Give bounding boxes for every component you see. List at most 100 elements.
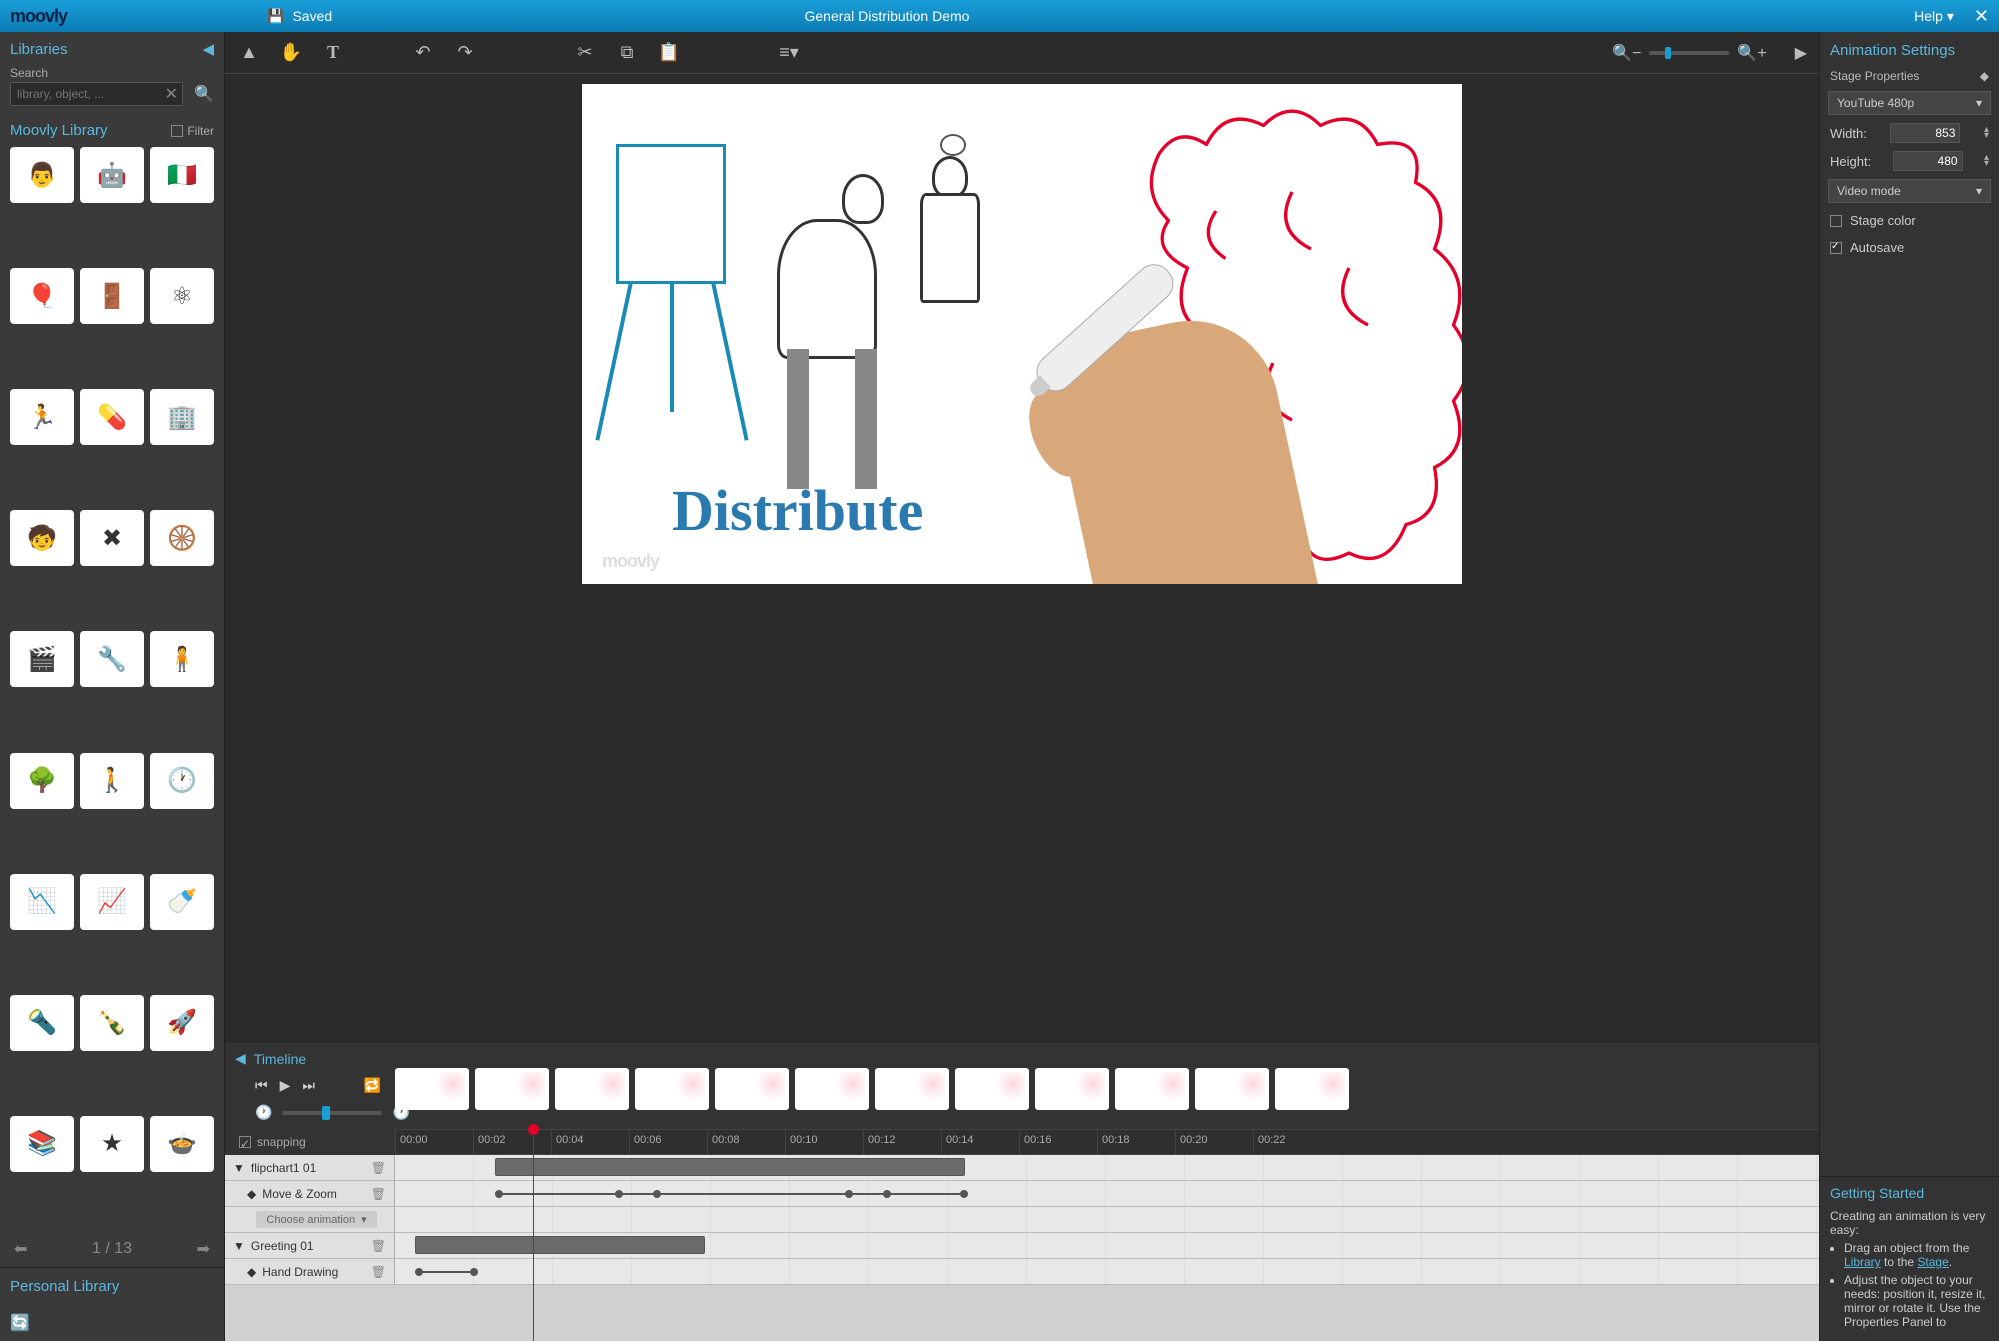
undo-icon[interactable]: ↶	[411, 42, 435, 63]
frame-thumbnail[interactable]	[555, 1068, 629, 1110]
library-item[interactable]: 📈	[80, 874, 144, 930]
zoom-out-icon[interactable]: 🔍−	[1612, 43, 1641, 63]
save-icon[interactable]: 💾	[267, 8, 284, 25]
timeline-zoom-slider[interactable]	[282, 1111, 382, 1115]
stage-object-greeting[interactable]	[782, 124, 1032, 484]
track-hand-drawing[interactable]: ◆ Hand Drawing 🗑	[225, 1259, 395, 1284]
library-item[interactable]: 🧍	[150, 631, 214, 687]
frame-thumbnail[interactable]	[715, 1068, 789, 1110]
library-item[interactable]: 💊	[80, 389, 144, 445]
trash-icon[interactable]: 🗑	[371, 1161, 386, 1175]
video-mode-select[interactable]: Video mode▾	[1828, 179, 1991, 203]
trash-icon[interactable]: 🗑	[371, 1239, 386, 1253]
library-item[interactable]: 🛞	[150, 510, 214, 566]
height-stepper[interactable]: ▴▾	[1984, 155, 1989, 167]
library-item[interactable]: ★	[80, 1116, 144, 1172]
frame-thumbnail[interactable]	[955, 1068, 1029, 1110]
trash-icon[interactable]: 🗑	[371, 1187, 386, 1201]
search-input[interactable]	[10, 82, 183, 106]
collapse-icon[interactable]: ◀	[202, 40, 214, 58]
width-input[interactable]	[1890, 123, 1960, 143]
text-tool-icon[interactable]: T	[321, 42, 345, 63]
library-item[interactable]: 👨	[10, 147, 74, 203]
filter-checkbox[interactable]	[171, 125, 183, 137]
paste-icon[interactable]: 📋	[657, 42, 681, 63]
library-item[interactable]: 🏢	[150, 389, 214, 445]
keyframe-icon[interactable]: ◆	[247, 1187, 256, 1201]
stage-object-flipchart[interactable]	[602, 144, 742, 424]
track-move-zoom[interactable]: ◆ Move & Zoom 🗑	[225, 1181, 395, 1206]
stage-text-distribute[interactable]: Distribute	[672, 477, 923, 544]
frame-thumbnail[interactable]	[1035, 1068, 1109, 1110]
library-item[interactable]: 🔦	[10, 995, 74, 1051]
library-item[interactable]: 🍲	[150, 1116, 214, 1172]
sync-icon[interactable]: 🔄	[10, 1315, 30, 1332]
library-item[interactable]: 🧒	[10, 510, 74, 566]
expand-icon[interactable]: ▶	[1795, 43, 1807, 63]
frame-thumbnail[interactable]	[635, 1068, 709, 1110]
frame-thumbnails[interactable]	[395, 1042, 1349, 1129]
disclosure-icon[interactable]: ▼	[233, 1239, 245, 1253]
personal-library-header[interactable]: Personal Library	[0, 1267, 224, 1305]
collapse-icon[interactable]: ◆	[1980, 69, 1989, 83]
cursor-tool-icon[interactable]: ▲	[237, 42, 261, 63]
play-icon[interactable]: ▶	[280, 1077, 291, 1094]
frame-thumbnail[interactable]	[1115, 1068, 1189, 1110]
library-item[interactable]: 🔧	[80, 631, 144, 687]
timeline-ruler[interactable]: 00:0000:0200:0400:0600:0800:1000:1200:14…	[395, 1129, 1819, 1155]
close-icon[interactable]: ✕	[1974, 6, 1989, 27]
redo-icon[interactable]: ↷	[453, 42, 477, 63]
playhead[interactable]	[533, 1130, 534, 1154]
resolution-preset-select[interactable]: YouTube 480p▾	[1828, 91, 1991, 115]
library-item[interactable]: 🕐	[150, 753, 214, 809]
library-item[interactable]: ✖	[80, 510, 144, 566]
track-greeting[interactable]: ▼ Greeting 01 🗑	[225, 1233, 395, 1258]
disclosure-icon[interactable]: ▼	[233, 1161, 245, 1175]
forward-icon[interactable]: ⏭	[302, 1077, 315, 1094]
hand-tool-icon[interactable]: ✋	[279, 42, 303, 63]
stage-canvas[interactable]: Distribute moovly	[582, 84, 1462, 584]
library-item[interactable]: ⚛	[150, 268, 214, 324]
track-flipchart[interactable]: ▼ flipchart1 01 🗑	[225, 1155, 395, 1180]
frame-thumbnail[interactable]	[475, 1068, 549, 1110]
frame-thumbnail[interactable]	[1195, 1068, 1269, 1110]
frame-thumbnail[interactable]	[395, 1068, 469, 1110]
stage-color-checkbox[interactable]	[1830, 215, 1842, 227]
collapse-timeline-icon[interactable]: ◀	[235, 1050, 246, 1067]
library-item[interactable]: 🍼	[150, 874, 214, 930]
width-stepper[interactable]: ▴▾	[1984, 127, 1989, 139]
help-button[interactable]: Help▾	[1914, 8, 1954, 25]
align-icon[interactable]: ≡▾	[777, 42, 801, 63]
rewind-icon[interactable]: ⏮	[255, 1077, 268, 1094]
zoom-in-icon[interactable]: 🔍+	[1737, 43, 1766, 63]
copy-icon[interactable]: ⧉	[615, 42, 639, 63]
frame-thumbnail[interactable]	[875, 1068, 949, 1110]
library-item[interactable]: 🚶	[80, 753, 144, 809]
library-item[interactable]: 🏃	[10, 389, 74, 445]
library-item[interactable]: 🚪	[80, 268, 144, 324]
library-item[interactable]: 🎈	[10, 268, 74, 324]
keyframe-icon[interactable]: ◆	[247, 1265, 256, 1279]
height-input[interactable]	[1893, 151, 1963, 171]
stage-link[interactable]: Stage	[1917, 1255, 1948, 1269]
library-item[interactable]: 🎬	[10, 631, 74, 687]
snapping-checkbox[interactable]: ✓	[239, 1136, 251, 1148]
loop-icon[interactable]: 🔁	[364, 1077, 381, 1094]
frame-thumbnail[interactable]	[1275, 1068, 1349, 1110]
clear-search-icon[interactable]: ✕	[165, 84, 178, 104]
cut-icon[interactable]: ✂	[573, 42, 597, 63]
library-item[interactable]: 📉	[10, 874, 74, 930]
search-icon[interactable]: 🔍	[194, 84, 214, 104]
frame-thumbnail[interactable]	[795, 1068, 869, 1110]
zoom-slider[interactable]	[1649, 51, 1729, 55]
autosave-checkbox[interactable]	[1830, 242, 1842, 254]
pager-next-icon[interactable]: ➡	[197, 1239, 210, 1259]
library-item[interactable]: 🤖	[80, 147, 144, 203]
pager-prev-icon[interactable]: ⬅	[14, 1239, 27, 1259]
library-item[interactable]: 🌳	[10, 753, 74, 809]
library-link[interactable]: Library	[1844, 1255, 1881, 1269]
library-item[interactable]: 🇮🇹	[150, 147, 214, 203]
library-item[interactable]: 🚀	[150, 995, 214, 1051]
library-item[interactable]: 📚	[10, 1116, 74, 1172]
library-item[interactable]: 🍾	[80, 995, 144, 1051]
